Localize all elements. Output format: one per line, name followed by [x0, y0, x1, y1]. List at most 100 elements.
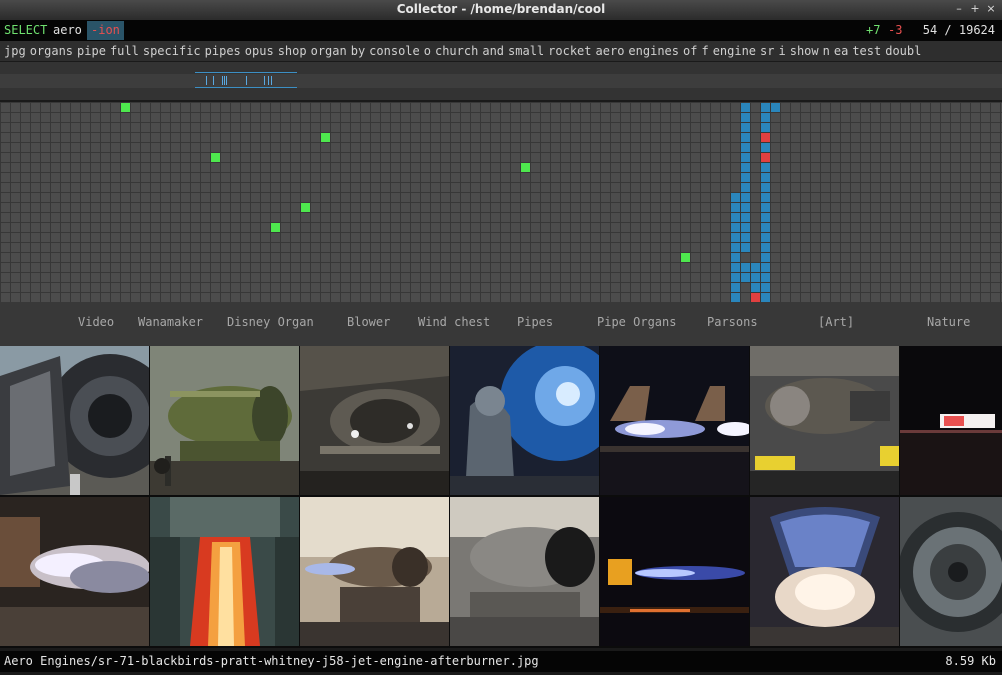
- blue-item-cell[interactable]: [741, 163, 750, 172]
- blue-item-cell[interactable]: [731, 273, 740, 282]
- blue-item-cell[interactable]: [741, 243, 750, 252]
- green-item-cell[interactable]: [211, 153, 220, 162]
- engine-test-cell-caution-thumb[interactable]: [750, 346, 899, 495]
- tag-item[interactable]: engines: [628, 44, 679, 58]
- tag-item[interactable]: f: [701, 44, 708, 58]
- blue-item-cell[interactable]: [741, 183, 750, 192]
- blue-item-cell[interactable]: [741, 103, 750, 112]
- tag-item[interactable]: organ: [311, 44, 347, 58]
- tag-item[interactable]: sr: [760, 44, 774, 58]
- album-label[interactable]: Pipe Organs: [597, 315, 676, 329]
- blue-item-cell[interactable]: [761, 223, 770, 232]
- blue-item-cell[interactable]: [731, 213, 740, 222]
- tag-item[interactable]: show: [790, 44, 819, 58]
- engine-in-hangar-dim-thumb[interactable]: [300, 346, 449, 495]
- blue-item-cell[interactable]: [741, 133, 750, 142]
- blue-item-cell[interactable]: [741, 193, 750, 202]
- album-label[interactable]: Pipes: [517, 315, 553, 329]
- blue-item-cell[interactable]: [731, 193, 740, 202]
- blue-item-cell[interactable]: [741, 223, 750, 232]
- tag-item[interactable]: o: [424, 44, 431, 58]
- engine-on-stand-thumb[interactable]: [300, 497, 449, 646]
- query-bar[interactable]: SELECT aero -ion +7 -3 54 / 19624: [0, 20, 1002, 41]
- tag-item[interactable]: console: [369, 44, 420, 58]
- blue-item-cell[interactable]: [741, 203, 750, 212]
- blue-item-cell[interactable]: [741, 233, 750, 242]
- blue-item-cell[interactable]: [741, 263, 750, 272]
- blue-item-cell[interactable]: [731, 223, 740, 232]
- close-button[interactable]: ×: [984, 2, 998, 16]
- blue-item-cell[interactable]: [761, 263, 770, 272]
- rocket-nozzle-firing-thumb[interactable]: [750, 497, 899, 646]
- query-exclude-term[interactable]: -ion: [87, 21, 124, 40]
- blue-item-cell[interactable]: [741, 113, 750, 122]
- tag-item[interactable]: test: [852, 44, 881, 58]
- red-item-cell[interactable]: [761, 133, 770, 142]
- blue-item-cell[interactable]: [751, 263, 760, 272]
- engine-turbine-face-thumb[interactable]: [900, 497, 1002, 646]
- tag-item[interactable]: shop: [278, 44, 307, 58]
- tag-item[interactable]: pipe: [77, 44, 106, 58]
- tag-item[interactable]: specific: [143, 44, 201, 58]
- album-label[interactable]: Wanamaker: [138, 315, 203, 329]
- maximize-button[interactable]: +: [968, 2, 982, 16]
- tag-item[interactable]: organs: [30, 44, 73, 58]
- blue-item-cell[interactable]: [761, 283, 770, 292]
- blue-item-cell[interactable]: [731, 243, 740, 252]
- tag-item[interactable]: pipes: [205, 44, 241, 58]
- tag-item[interactable]: by: [351, 44, 365, 58]
- blue-item-cell[interactable]: [761, 203, 770, 212]
- blue-item-cell[interactable]: [741, 173, 750, 182]
- blue-item-cell[interactable]: [761, 213, 770, 222]
- blue-item-cell[interactable]: [741, 153, 750, 162]
- album-label[interactable]: Nature: [927, 315, 970, 329]
- album-label[interactable]: [Art]: [818, 315, 854, 329]
- query-term[interactable]: aero: [53, 20, 82, 41]
- tag-item[interactable]: of: [683, 44, 697, 58]
- blue-item-cell[interactable]: [741, 123, 750, 132]
- tag-item[interactable]: full: [110, 44, 139, 58]
- blue-item-cell[interactable]: [761, 103, 770, 112]
- tag-item[interactable]: i: [779, 44, 786, 58]
- blue-item-cell[interactable]: [761, 273, 770, 282]
- red-item-cell[interactable]: [761, 153, 770, 162]
- blue-item-cell[interactable]: [761, 253, 770, 262]
- blue-item-cell[interactable]: [761, 193, 770, 202]
- album-label[interactable]: Video: [78, 315, 114, 329]
- green-item-cell[interactable]: [121, 103, 130, 112]
- tag-item[interactable]: church: [435, 44, 478, 58]
- green-item-cell[interactable]: [271, 223, 280, 232]
- tag-item[interactable]: and: [482, 44, 504, 58]
- blue-item-cell[interactable]: [731, 253, 740, 262]
- rocket-flame-test-thumb[interactable]: [150, 497, 299, 646]
- blue-item-cell[interactable]: [741, 213, 750, 222]
- blue-item-cell[interactable]: [761, 163, 770, 172]
- blue-item-cell[interactable]: [761, 113, 770, 122]
- tag-item[interactable]: aero: [596, 44, 625, 58]
- tag-item[interactable]: small: [508, 44, 544, 58]
- blue-item-cell[interactable]: [741, 143, 750, 152]
- blue-item-cell[interactable]: [751, 273, 760, 282]
- blue-item-cell[interactable]: [761, 173, 770, 182]
- timeline-scrubber[interactable]: [0, 62, 1002, 100]
- blue-item-cell[interactable]: [731, 263, 740, 272]
- dark-afterburner-test-thumb[interactable]: [600, 497, 749, 646]
- album-label[interactable]: Parsons: [707, 315, 758, 329]
- night-runway-lights-thumb[interactable]: [900, 346, 1002, 495]
- blue-item-cell[interactable]: [731, 283, 740, 292]
- engine-nozzle-closeup-thumb[interactable]: [0, 346, 149, 495]
- blue-item-cell[interactable]: [751, 283, 760, 292]
- tag-item[interactable]: engine: [713, 44, 756, 58]
- blue-item-cell[interactable]: [761, 183, 770, 192]
- blue-item-cell[interactable]: [761, 233, 770, 242]
- minimize-button[interactable]: –: [952, 2, 966, 16]
- tag-item[interactable]: opus: [245, 44, 274, 58]
- item-grid[interactable]: [0, 102, 1002, 302]
- tag-item[interactable]: n: [823, 44, 830, 58]
- green-item-cell[interactable]: [321, 133, 330, 142]
- blue-item-cell[interactable]: [741, 273, 750, 282]
- night-afterburner-thumb[interactable]: [600, 346, 749, 495]
- blue-item-cell[interactable]: [761, 123, 770, 132]
- album-label[interactable]: Disney Organ: [227, 315, 314, 329]
- engine-museum-display-thumb[interactable]: [450, 497, 599, 646]
